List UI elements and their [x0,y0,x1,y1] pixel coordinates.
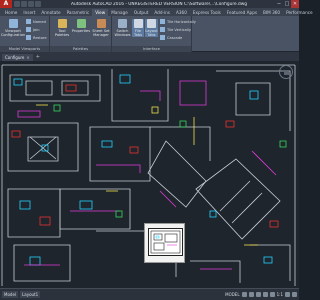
ribbon-tab-manage[interactable]: Manage [108,9,131,16]
new-tab-button[interactable]: + [33,54,43,61]
layout-tabs-icon [147,19,156,28]
grid-icon[interactable] [241,292,247,297]
layout-tabs-button[interactable]: Layout Tabs [145,19,158,37]
ribbon-tab-express-tools[interactable]: Express Tools [190,9,224,16]
tool-palettes-icon [57,19,67,28]
sheet-set-icon [96,19,106,28]
file-tabs-button[interactable]: File Tabs [132,19,144,37]
ribbon-group-interface: Switch Windows File Tabs Layout Tabs Til… [112,16,196,52]
switch-windows-label: Switch Windows [114,29,131,37]
ortho-icon[interactable] [255,292,261,297]
model-tab[interactable]: Model [2,291,19,298]
properties-icon [76,19,86,28]
restore-button[interactable]: Restore [26,35,47,40]
document-tab-configure[interactable]: Configure × [2,54,33,61]
ribbon-tab-add-ins[interactable]: Add-ins [151,9,173,16]
viewport-configuration-icon [8,19,18,28]
ribbon-tab-annotate[interactable]: Annotate [38,9,63,16]
cascade-button[interactable]: Cascade [160,35,182,40]
viewport-configuration-button[interactable]: Viewport Configuration [0,19,26,37]
close-button[interactable]: ✕ [291,0,299,8]
tile-horizontally-icon [160,19,165,24]
layout-tabs-label: Layout Tabs [145,29,158,37]
osnap-icon[interactable] [269,292,275,297]
tile-vertically-button[interactable]: Tile Vertically [160,27,191,32]
window-title: Autodesk AutoCAD 2016 - UNREGISTERED VER… [71,1,247,7]
layout1-tab[interactable]: Layout1 [20,291,41,298]
named-button[interactable]: Named [26,19,46,24]
cascade-icon [160,35,165,40]
ribbon-group-model-viewports: Viewport Configuration Named Join Restor… [0,16,50,52]
save-icon[interactable] [28,1,34,7]
status-bar: Model Layout1 MODEL 1:1 [0,288,299,300]
ribbon-tab-a360[interactable]: A360 [173,9,190,16]
ribbon-group-palettes: Tool Palettes Properties Sheet Set Manag… [50,16,112,52]
maximize-button[interactable]: □ [283,0,291,8]
layout-preview-thumbnail[interactable] [144,223,185,263]
ribbon-tab-bim-360[interactable]: BIM 360 [260,9,283,16]
polar-icon[interactable] [262,292,268,297]
ribbon-tab-home[interactable]: Home [2,9,20,16]
tile-horizontally-button[interactable]: Tile Horizontally [160,19,196,24]
open-icon[interactable] [21,1,27,7]
tile-horizontally-label: Tile Horizontally [167,19,196,24]
ribbon-panel: Viewport Configuration Named Join Restor… [0,16,299,52]
ribbon-tab-parametric[interactable]: Parametric [64,9,93,16]
tool-palettes-button[interactable]: Tool Palettes [53,19,71,37]
model-space-toggle[interactable]: MODEL [225,292,239,297]
window-controls: ─ □ ✕ [275,0,299,8]
named-label: Named [33,19,46,24]
join-button[interactable]: Join [26,27,40,32]
customize-icon[interactable] [292,292,297,297]
application-menu-button[interactable]: A [0,0,12,8]
restore-icon [26,35,31,40]
join-label: Join [33,27,40,32]
minimize-button[interactable]: ─ [275,0,283,8]
ribbon-tab-bar: Home Insert Annotate Parametric View Manage Ou… [0,8,313,16]
layout-preview-sheet [148,228,183,256]
undo-icon[interactable] [35,1,41,7]
title-bar: A Autodesk AutoCAD 2016 - UNREGISTERED V… [0,0,299,8]
snap-icon[interactable] [248,292,254,297]
switch-windows-icon [118,19,127,28]
sheet-set-manager-button[interactable]: Sheet Set Manager [91,19,111,37]
tool-palettes-label: Tool Palettes [54,29,70,37]
restore-label: Restore [33,35,47,40]
file-tabs-icon [133,19,143,28]
close-tab-icon[interactable]: × [26,55,29,60]
ribbon-tab-performance[interactable]: Performance [283,9,316,16]
file-tabs-label: File Tabs [134,29,142,37]
green-layer [53,104,287,218]
viewcube-icon[interactable] [279,65,293,79]
document-tab-bar: Configure × + [0,52,299,61]
ribbon-tab-featured-apps[interactable]: Featured Apps [224,9,260,16]
ribbon-tab-insert[interactable]: Insert [20,9,38,16]
ribbon-tab-view[interactable]: View [92,9,109,16]
settings-icon[interactable] [285,292,290,297]
new-icon[interactable] [14,1,20,7]
document-tab-label: Configure [5,55,25,60]
tile-vertically-label: Tile Vertically [167,27,192,32]
cascade-label: Cascade [167,35,183,40]
properties-button[interactable]: Properties [72,19,90,33]
switch-windows-button[interactable]: Switch Windows [114,19,131,37]
cyan-layer [13,74,273,266]
layout-preview-drawing [150,230,181,254]
viewport-configuration-label: Viewport Configuration [0,29,26,37]
quick-access-toolbar [12,1,43,7]
ribbon-tab-output[interactable]: Output [131,9,152,16]
named-icon [26,19,31,24]
join-icon [26,27,31,32]
properties-label: Properties [71,29,91,33]
annotation-scale[interactable]: 1:1 [277,292,283,297]
tile-vertically-icon [160,27,165,32]
sheet-set-label: Sheet Set Manager [92,29,110,37]
